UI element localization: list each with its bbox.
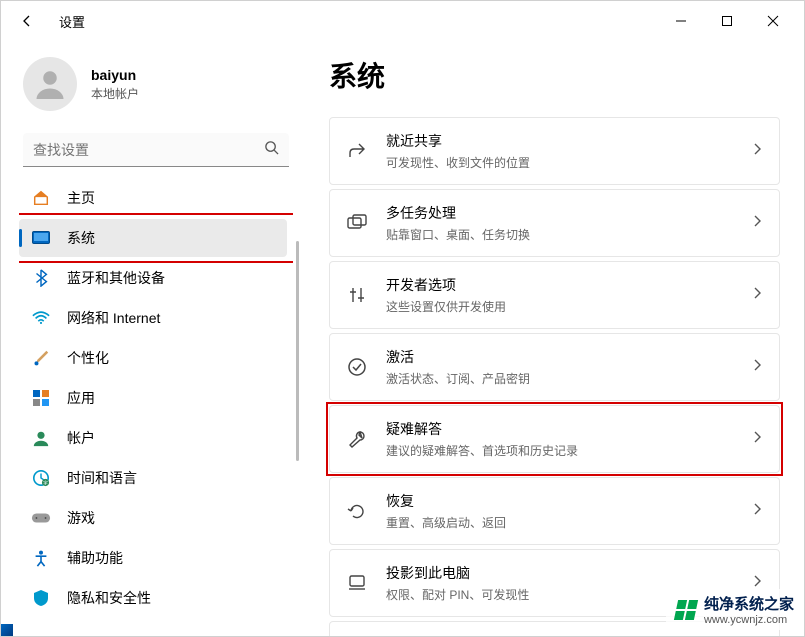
taskbar-peek xyxy=(1,624,13,636)
search-wrap xyxy=(23,133,289,167)
user-block[interactable]: baiyun 本地帐户 xyxy=(23,57,293,111)
gamepad-icon xyxy=(31,508,51,528)
card-title: 就近共享 xyxy=(386,131,753,151)
chevron-right-icon xyxy=(753,430,763,449)
app-title: 设置 xyxy=(59,12,85,31)
sidebar-item-network[interactable]: 网络和 Internet xyxy=(19,299,287,337)
watermark-text: 纯净系统之家 xyxy=(704,593,794,614)
arrow-left-icon xyxy=(19,13,35,29)
card-multitasking[interactable]: 多任务处理 贴靠窗口、桌面、任务切换 xyxy=(329,189,780,257)
sidebar-item-label: 网络和 Internet xyxy=(67,308,160,328)
minimize-button[interactable] xyxy=(658,5,704,37)
wrench-icon xyxy=(346,428,368,450)
titlebar: 设置 xyxy=(1,1,804,41)
sidebar-item-system[interactable]: 系统 xyxy=(19,219,287,257)
sidebar-item-privacy[interactable]: 隐私和安全性 xyxy=(19,579,287,617)
sidebar-item-accessibility[interactable]: 辅助功能 xyxy=(19,539,287,577)
chevron-right-icon xyxy=(753,286,763,305)
sidebar-item-label: 主页 xyxy=(67,188,95,208)
close-button[interactable] xyxy=(750,5,796,37)
sidebar-item-label: 个性化 xyxy=(67,348,109,368)
bluetooth-icon xyxy=(31,268,51,288)
user-name: baiyun xyxy=(91,67,139,83)
user-subtitle: 本地帐户 xyxy=(91,85,139,102)
main-content: 系统 就近共享 可发现性、收到文件的位置 多任务处理 贴靠窗口、桌面、任务切换 xyxy=(301,41,804,636)
svg-text:字: 字 xyxy=(43,479,48,485)
page-title: 系统 xyxy=(329,55,780,95)
sidebar-item-apps[interactable]: 应用 xyxy=(19,379,287,417)
sidebar-item-time[interactable]: 字 时间和语言 xyxy=(19,459,287,497)
card-subtitle: 这些设置仅供开发使用 xyxy=(386,298,753,315)
chevron-right-icon xyxy=(753,358,763,377)
card-subtitle: 可发现性、收到文件的位置 xyxy=(386,154,753,171)
brush-icon xyxy=(31,348,51,368)
chevron-right-icon xyxy=(753,502,763,521)
chevron-right-icon xyxy=(753,214,763,233)
apps-icon xyxy=(31,388,51,408)
system-icon xyxy=(31,228,51,248)
card-title: 多任务处理 xyxy=(386,203,753,223)
search-icon xyxy=(264,140,279,160)
window-controls xyxy=(658,5,796,37)
close-icon xyxy=(767,15,779,27)
watermark-url: www.ycwnjz.com xyxy=(704,614,794,626)
card-troubleshoot[interactable]: 疑难解答 建议的疑难解答、首选项和历史记录 xyxy=(329,405,780,473)
maximize-button[interactable] xyxy=(704,5,750,37)
card-title: 恢复 xyxy=(386,491,753,511)
card-recovery[interactable]: 恢复 重置、高级启动、返回 xyxy=(329,477,780,545)
minimize-icon xyxy=(675,15,687,27)
card-title: 开发者选项 xyxy=(386,275,753,295)
sidebar-item-personalize[interactable]: 个性化 xyxy=(19,339,287,377)
card-activation[interactable]: 激活 激活状态、订阅、产品密钥 xyxy=(329,333,780,401)
sidebar-item-label: 蓝牙和其他设备 xyxy=(67,268,165,288)
sidebar: baiyun 本地帐户 主页 系统 xyxy=(1,41,301,636)
share-icon xyxy=(346,140,368,162)
sidebar-scrollbar[interactable] xyxy=(296,241,299,461)
home-icon xyxy=(31,188,51,208)
chevron-right-icon xyxy=(753,142,763,161)
nav-list: 主页 系统 蓝牙和其他设备 网络和 Internet 个性化 xyxy=(19,179,293,636)
watermark-logo-icon xyxy=(674,600,698,620)
back-button[interactable] xyxy=(9,3,45,39)
clock-icon: 字 xyxy=(31,468,51,488)
sidebar-item-label: 游戏 xyxy=(67,508,95,528)
card-developer[interactable]: 开发者选项 这些设置仅供开发使用 xyxy=(329,261,780,329)
card-title: 激活 xyxy=(386,347,753,367)
multitask-icon xyxy=(346,212,368,234)
checkmark-circle-icon xyxy=(346,356,368,378)
card-subtitle: 贴靠窗口、桌面、任务切换 xyxy=(386,226,753,243)
maximize-icon xyxy=(721,15,733,27)
sidebar-item-gaming[interactable]: 游戏 xyxy=(19,499,287,537)
sidebar-item-label: 应用 xyxy=(67,388,95,408)
card-subtitle: 激活状态、订阅、产品密钥 xyxy=(386,370,753,387)
shield-icon xyxy=(31,588,51,608)
settings-cards: 就近共享 可发现性、收到文件的位置 多任务处理 贴靠窗口、桌面、任务切换 开发者… xyxy=(329,117,780,636)
card-title: 疑难解答 xyxy=(386,419,753,439)
sidebar-item-label: 时间和语言 xyxy=(67,468,137,488)
sidebar-item-label: 系统 xyxy=(67,228,95,248)
card-title: 投影到此电脑 xyxy=(386,563,753,583)
account-icon xyxy=(31,428,51,448)
card-subtitle: 建议的疑难解答、首选项和历史记录 xyxy=(386,442,753,459)
recovery-icon xyxy=(346,500,368,522)
sidebar-item-label: 帐户 xyxy=(67,428,95,448)
person-icon xyxy=(32,66,68,102)
project-icon xyxy=(346,572,368,594)
card-subtitle: 重置、高级启动、返回 xyxy=(386,514,753,531)
avatar xyxy=(23,57,77,111)
card-nearby-share[interactable]: 就近共享 可发现性、收到文件的位置 xyxy=(329,117,780,185)
wifi-icon xyxy=(31,308,51,328)
sidebar-item-label: 隐私和安全性 xyxy=(67,588,151,608)
sidebar-item-bluetooth[interactable]: 蓝牙和其他设备 xyxy=(19,259,287,297)
accessibility-icon xyxy=(31,548,51,568)
developer-icon xyxy=(346,284,368,306)
sidebar-item-home[interactable]: 主页 xyxy=(19,179,287,217)
sidebar-item-label: 辅助功能 xyxy=(67,548,123,568)
sidebar-item-account[interactable]: 帐户 xyxy=(19,419,287,457)
search-input[interactable] xyxy=(23,133,289,167)
watermark: 纯净系统之家 www.ycwnjz.com xyxy=(666,589,804,630)
